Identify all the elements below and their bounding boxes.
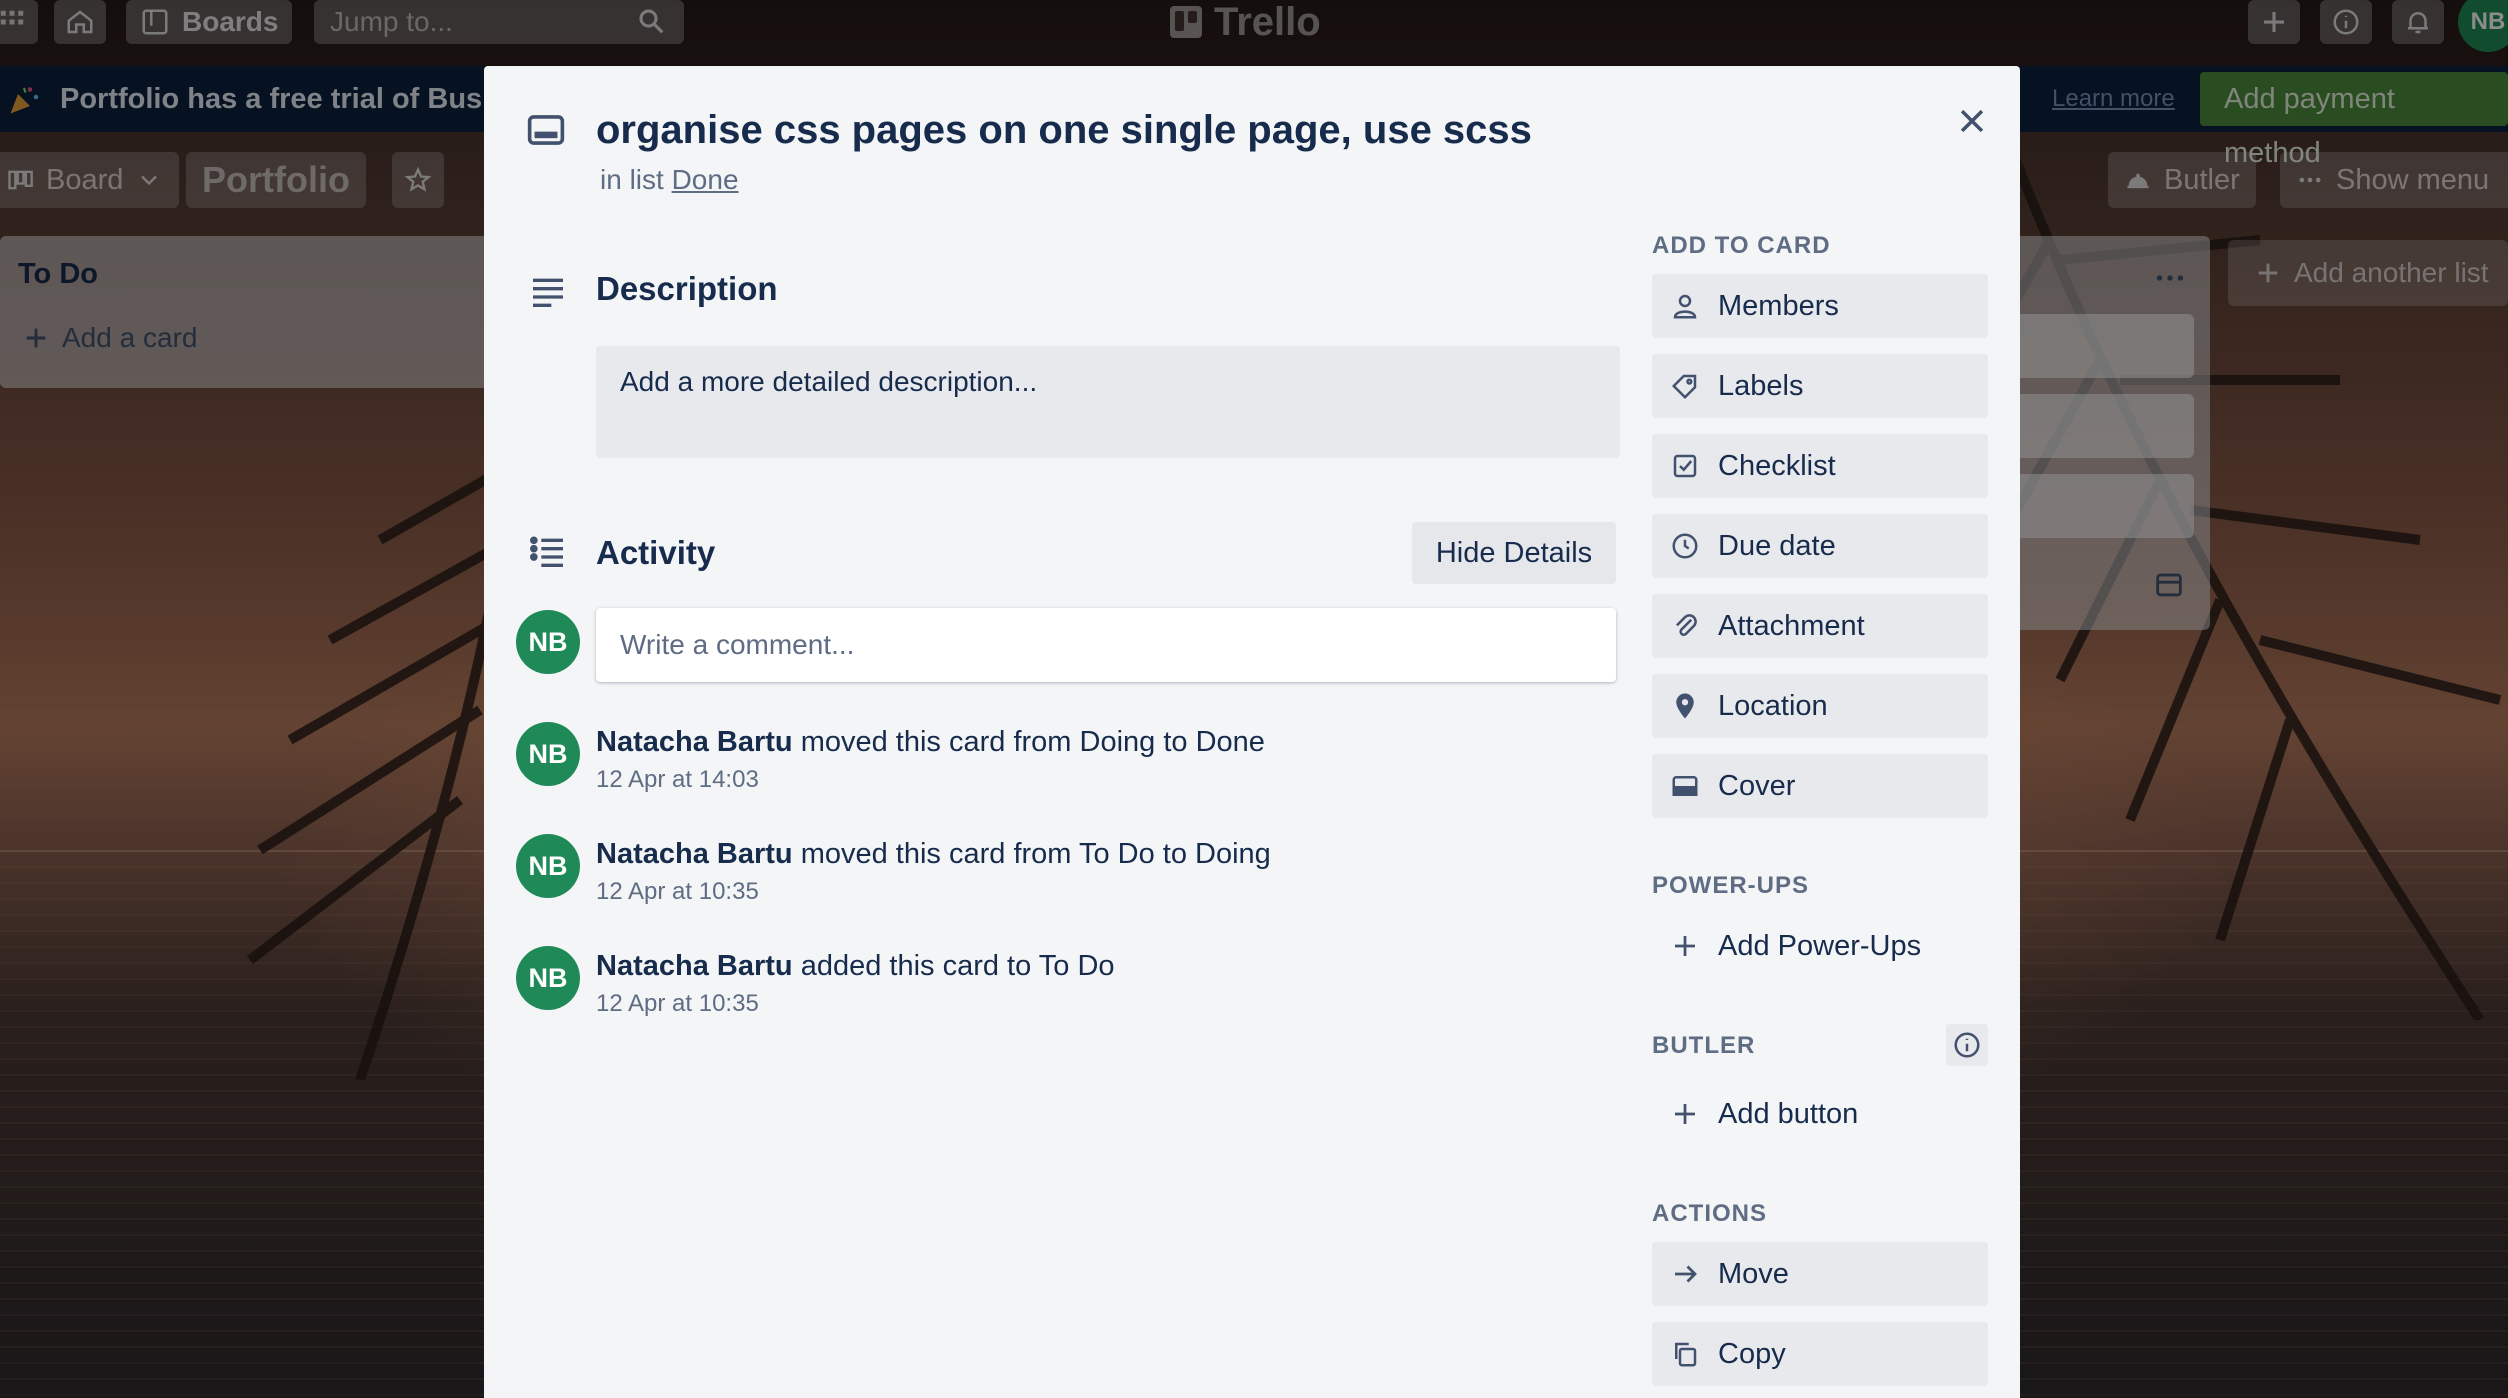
clock-icon bbox=[1672, 533, 1698, 559]
labels-label: Labels bbox=[1718, 369, 1804, 402]
cover-button[interactable]: Cover bbox=[1652, 754, 1988, 818]
avatar-initials: NB bbox=[528, 626, 568, 657]
description-placeholder: Add a more detailed description... bbox=[620, 366, 1038, 397]
description-editor[interactable]: Add a more detailed description... bbox=[596, 346, 1620, 458]
add-power-ups-label: Add Power-Ups bbox=[1718, 929, 1922, 962]
add-to-card-heading: ADD TO CARD bbox=[1652, 232, 1831, 259]
due-date-button[interactable]: Due date bbox=[1652, 514, 1988, 578]
activity-timestamp[interactable]: 12 Apr at 10:35 bbox=[596, 990, 759, 1018]
butler-heading: BUTLER bbox=[1652, 1032, 1756, 1059]
activity-entry: Natacha Bartu moved this card from Doing… bbox=[596, 726, 1265, 759]
due-date-label: Due date bbox=[1718, 529, 1836, 562]
location-button[interactable]: Location bbox=[1652, 674, 1988, 738]
card-icon bbox=[527, 115, 565, 145]
avatar[interactable]: NB bbox=[516, 834, 580, 898]
info-icon bbox=[1954, 1032, 1980, 1058]
move-button[interactable]: Move bbox=[1652, 1242, 1988, 1306]
activity-action: added this card to To Do bbox=[800, 950, 1115, 982]
power-ups-heading: POWER-UPS bbox=[1652, 872, 1810, 899]
close-button[interactable] bbox=[1947, 96, 1997, 146]
add-button-label: Add button bbox=[1718, 1097, 1859, 1130]
avatar[interactable]: NB bbox=[516, 946, 580, 1010]
tag-icon bbox=[1671, 374, 1697, 400]
cover-label: Cover bbox=[1718, 769, 1796, 802]
avatar[interactable]: NB bbox=[516, 610, 580, 674]
activity-action: moved this card from To Do to Doing bbox=[800, 838, 1271, 870]
card-list-info: in list Done bbox=[600, 164, 739, 196]
members-button[interactable]: Members bbox=[1652, 274, 1988, 338]
comment-input[interactable] bbox=[596, 608, 1616, 682]
plus-icon bbox=[1675, 1104, 1695, 1124]
activity-timestamp[interactable]: 12 Apr at 14:03 bbox=[596, 766, 759, 794]
list-name-link[interactable]: Done bbox=[672, 164, 739, 195]
hide-details-button[interactable]: Hide Details bbox=[1412, 522, 1616, 584]
copy-button[interactable]: Copy bbox=[1652, 1322, 1988, 1386]
plus-icon bbox=[1675, 936, 1695, 956]
activity-author[interactable]: Natacha Bartu bbox=[596, 950, 793, 982]
butler-info-button[interactable] bbox=[1946, 1024, 1988, 1066]
add-butler-button[interactable]: Add button bbox=[1652, 1082, 1988, 1146]
description-icon bbox=[533, 278, 563, 307]
avatar[interactable]: NB bbox=[516, 722, 580, 786]
arrow-right-icon bbox=[1675, 1265, 1697, 1283]
paperclip-icon bbox=[1675, 614, 1697, 636]
checkbox-icon bbox=[1673, 454, 1697, 478]
activity-heading: Activity bbox=[596, 534, 716, 571]
copy-icon bbox=[1675, 1342, 1697, 1367]
in-list-prefix: in list bbox=[600, 164, 664, 195]
activity-author[interactable]: Natacha Bartu bbox=[596, 838, 793, 870]
card-title[interactable]: organise css pages on one single page, u… bbox=[596, 108, 1532, 153]
actions-heading: ACTIONS bbox=[1652, 1200, 1767, 1227]
activity-entry: Natacha Bartu moved this card from To Do… bbox=[596, 838, 1271, 871]
add-power-ups-button[interactable]: Add Power-Ups bbox=[1652, 914, 1988, 978]
avatar-initials: NB bbox=[528, 850, 568, 881]
location-label: Location bbox=[1718, 689, 1828, 722]
labels-button[interactable]: Labels bbox=[1652, 354, 1988, 418]
activity-timestamp[interactable]: 12 Apr at 10:35 bbox=[596, 878, 759, 906]
map-pin-icon bbox=[1676, 693, 1694, 719]
close-icon bbox=[1960, 109, 1984, 133]
activity-icon bbox=[530, 536, 563, 567]
description-heading: Description bbox=[596, 270, 778, 307]
copy-label: Copy bbox=[1718, 1337, 1786, 1370]
activity-author[interactable]: Natacha Bartu bbox=[596, 726, 793, 758]
attachment-button[interactable]: Attachment bbox=[1652, 594, 1988, 658]
activity-action: moved this card from Doing to Done bbox=[800, 726, 1265, 758]
cover-icon bbox=[1672, 776, 1698, 796]
card-detail-modal: organise css pages on one single page, u… bbox=[484, 66, 2020, 1398]
checklist-label: Checklist bbox=[1718, 449, 1836, 482]
checklist-button[interactable]: Checklist bbox=[1652, 434, 1988, 498]
hide-details-label: Hide Details bbox=[1435, 536, 1593, 569]
move-label: Move bbox=[1718, 1257, 1789, 1290]
avatar-initials: NB bbox=[528, 738, 568, 769]
activity-entry: Natacha Bartu added this card to To Do bbox=[596, 950, 1115, 983]
attachment-label: Attachment bbox=[1718, 609, 1865, 642]
members-label: Members bbox=[1718, 289, 1839, 322]
avatar-initials: NB bbox=[528, 962, 568, 993]
person-icon bbox=[1673, 294, 1697, 319]
